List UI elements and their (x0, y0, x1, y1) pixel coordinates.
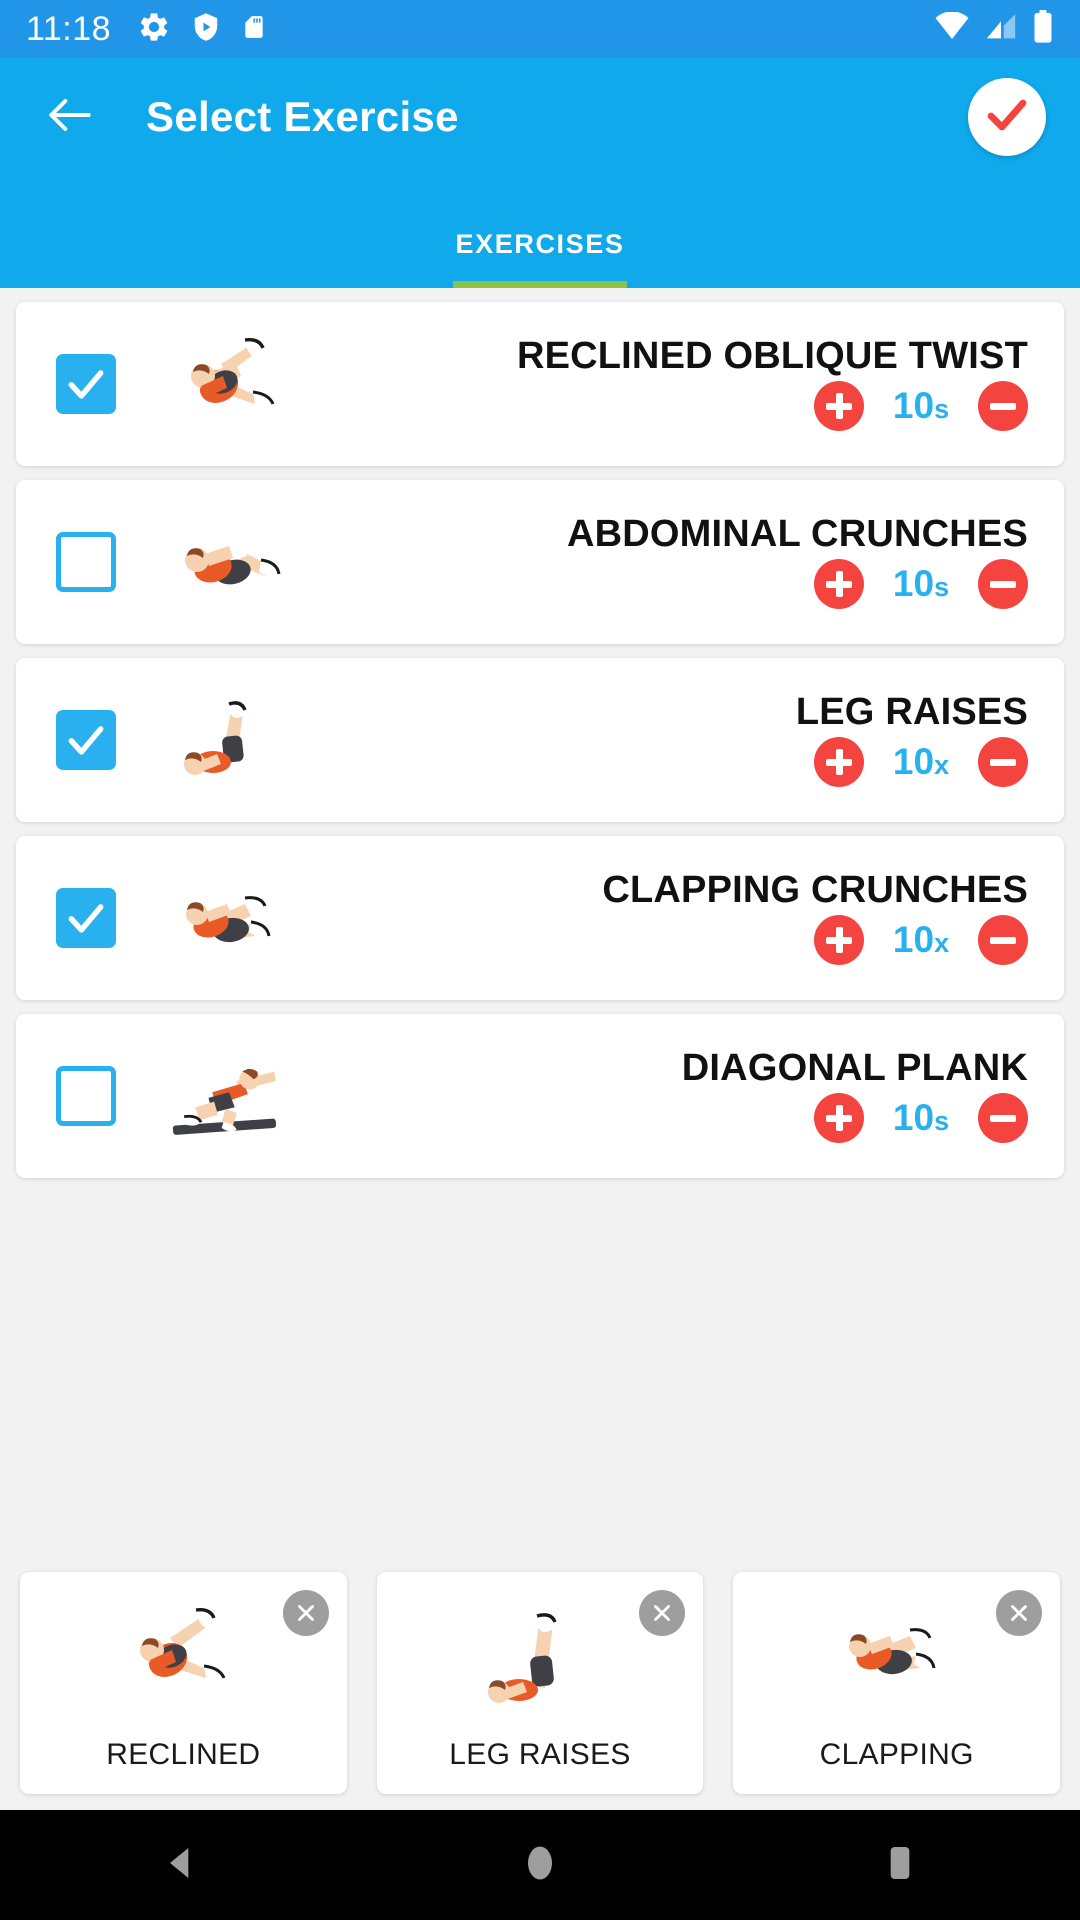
checkbox-checked[interactable] (56, 710, 116, 770)
selected-exercise-label: CLAPPING (819, 1738, 974, 1771)
tab-active-indicator (452, 281, 627, 288)
exercise-detail-2: LEG RAISES 10x (306, 658, 1064, 822)
status-left-icons (137, 10, 267, 49)
exercise-detail-1: ABDOMINAL CRUNCHES 10s (306, 480, 1064, 644)
increase-button[interactable] (814, 381, 864, 431)
exercise-thumbnail-1 (156, 497, 306, 627)
sd-card-icon (241, 10, 267, 49)
count-value: 10s (892, 563, 950, 604)
exercise-thumbnail-0 (156, 319, 306, 449)
status-right-icons (934, 9, 1054, 49)
exercise-name: DIAGONAL PLANK (681, 1047, 1028, 1089)
app-bar: Select Exercise EXERCISES (0, 58, 1080, 288)
count-value: 10s (892, 385, 950, 426)
gear-icon (137, 10, 171, 49)
home-circle-icon (522, 1839, 558, 1892)
exercise-counter-4: 10s (814, 1093, 1028, 1143)
cell-signal-icon (984, 12, 1018, 47)
exercise-list-item[interactable]: DIAGONAL PLANK 10s (16, 1014, 1064, 1178)
exercise-counter-0: 10s (814, 381, 1028, 431)
remove-button[interactable] (996, 1590, 1043, 1636)
selected-exercise-label: LEG RAISES (449, 1738, 631, 1771)
count-value: 10x (892, 741, 950, 782)
decrease-button[interactable] (978, 381, 1028, 431)
exercise-counter-3: 10x (814, 915, 1028, 965)
back-arrow-icon (42, 87, 98, 148)
checkbox-checked[interactable] (56, 888, 116, 948)
battery-icon (1032, 9, 1054, 49)
exercise-thumbnail-2 (156, 675, 306, 805)
increase-button[interactable] (814, 1093, 864, 1143)
exercise-thumbnail-3 (156, 853, 306, 983)
exercise-detail-3: CLAPPING CRUNCHES 10x (306, 836, 1064, 1000)
selected-exercise-label: RECLINED (106, 1738, 261, 1771)
exercise-counter-1: 10s (814, 559, 1028, 609)
back-triangle-icon (160, 1841, 200, 1890)
exercise-name: LEG RAISES (795, 691, 1028, 733)
exercise-checkbox-4[interactable] (16, 1066, 156, 1126)
exercise-list-item[interactable]: ABDOMINAL CRUNCHES 10s (16, 480, 1064, 644)
exercise-name: CLAPPING CRUNCHES (602, 869, 1028, 911)
decrease-button[interactable] (978, 1093, 1028, 1143)
exercise-name: ABDOMINAL CRUNCHES (566, 513, 1028, 555)
exercise-thumbnail-4 (156, 1031, 306, 1161)
page-title: Select Exercise (146, 93, 459, 140)
exercise-detail-4: DIAGONAL PLANK 10s (306, 1014, 1064, 1178)
exercise-detail-0: RECLINED OBLIQUE TWIST 10s (306, 302, 1064, 466)
selected-exercise-card[interactable]: CLAPPING (733, 1572, 1061, 1794)
tab-bar: EXERCISES (0, 176, 1080, 288)
wifi-icon (934, 10, 970, 47)
app-bar-top-row: Select Exercise (0, 58, 1080, 176)
selected-exercise-card[interactable]: RECLINED (20, 1572, 347, 1794)
confirm-button[interactable] (968, 78, 1046, 156)
exercise-list-item[interactable]: CLAPPING CRUNCHES 10x (16, 836, 1064, 1000)
exercise-counter-2: 10x (814, 737, 1028, 787)
back-button[interactable] (34, 81, 106, 153)
checkbox-checked[interactable] (56, 354, 116, 414)
selected-exercise-card[interactable]: LEG RAISES (376, 1572, 704, 1794)
exercise-checkbox-1[interactable] (16, 532, 156, 592)
count-value: 10s (892, 1097, 950, 1138)
increase-button[interactable] (814, 915, 864, 965)
remove-button[interactable] (282, 1590, 329, 1636)
exercise-checkbox-3[interactable] (16, 888, 156, 948)
increase-button[interactable] (814, 559, 864, 609)
exercise-checkbox-0[interactable] (16, 354, 156, 414)
android-nav-bar (0, 1810, 1080, 1920)
nav-recents-button[interactable] (840, 1810, 960, 1920)
recents-square-icon (884, 1841, 916, 1890)
exercise-list-item[interactable]: LEG RAISES 10x (16, 658, 1064, 822)
selected-exercises-strip: RECLINED LEG RAISES CLAPPING (0, 1560, 1080, 1810)
exercise-list-item[interactable]: RECLINED OBLIQUE TWIST 10s (16, 302, 1064, 466)
tab-exercises[interactable]: EXERCISES (452, 229, 627, 288)
status-time: 11:18 (26, 9, 112, 48)
count-value: 10x (892, 919, 950, 960)
decrease-button[interactable] (978, 915, 1028, 965)
nav-home-button[interactable] (480, 1810, 600, 1920)
app-screen: 11:18 Select Exercise EXERCISES RECLINED… (0, 0, 1080, 1920)
decrease-button[interactable] (978, 737, 1028, 787)
checkbox-unchecked[interactable] (56, 1066, 116, 1126)
increase-button[interactable] (814, 737, 864, 787)
shield-play-icon (191, 10, 221, 49)
nav-back-button[interactable] (120, 1810, 240, 1920)
exercise-name: RECLINED OBLIQUE TWIST (516, 335, 1028, 377)
checkbox-unchecked[interactable] (56, 532, 116, 592)
status-bar: 11:18 (0, 0, 1080, 58)
exercise-checkbox-2[interactable] (16, 710, 156, 770)
tab-exercises-label: EXERCISES (455, 229, 625, 259)
decrease-button[interactable] (978, 559, 1028, 609)
check-icon (983, 91, 1031, 144)
